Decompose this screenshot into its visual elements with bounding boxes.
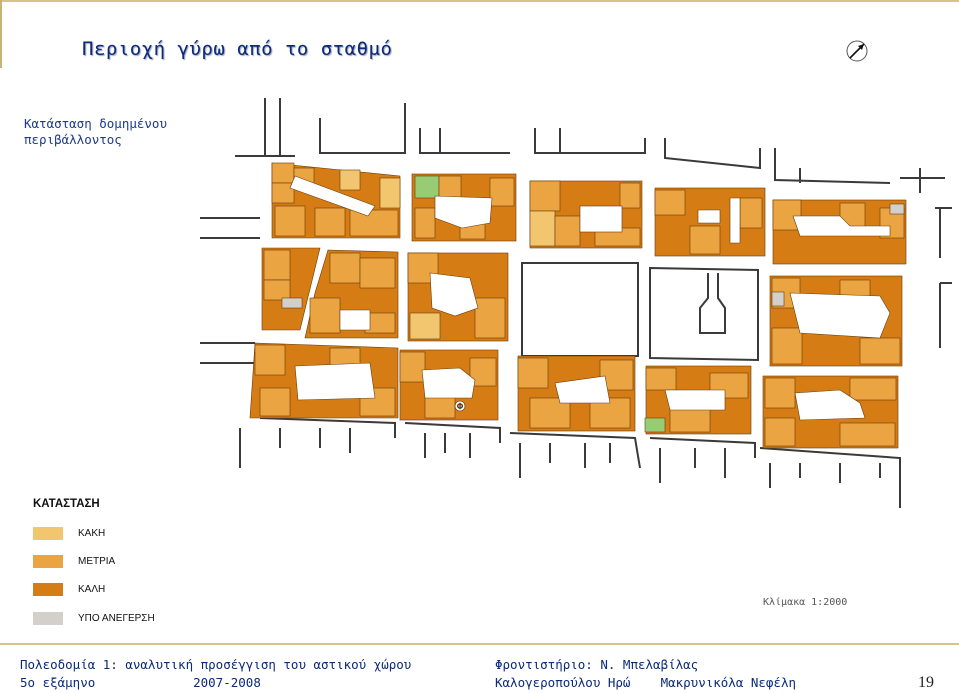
block-e2 bbox=[769, 275, 903, 367]
page-number: 19 bbox=[918, 674, 934, 691]
legend-swatch bbox=[33, 555, 63, 568]
footer-rule bbox=[0, 643, 959, 645]
legend-swatch bbox=[33, 612, 63, 625]
legend-label: ΥΠΟ ΑΝΕΓΕΡΣΗ bbox=[78, 613, 155, 624]
footer-course: Πολεοδομία 1: αναλυτική προσέγγιση του α… bbox=[20, 657, 412, 672]
block-c2 bbox=[304, 249, 399, 339]
legend-title: ΚΑΤΑΣΤΑΣΗ bbox=[33, 498, 100, 510]
legend-label: ΚΑΚΗ bbox=[78, 528, 106, 539]
top-rule bbox=[0, 0, 959, 2]
block-s4 bbox=[644, 365, 752, 435]
block-s3 bbox=[517, 355, 636, 432]
block-n4 bbox=[654, 187, 766, 257]
left-accent bbox=[0, 0, 2, 68]
block-ne bbox=[772, 199, 907, 265]
legend-label: ΜΕΤΡΙΑ bbox=[78, 556, 116, 567]
map-scale: Κλίμακα 1:2000 bbox=[763, 597, 848, 608]
block-n2 bbox=[411, 173, 517, 242]
footer-credits: Φροντιστήριο: Ν. Μπελαβίλας Καλογεροπούλ… bbox=[495, 656, 796, 692]
block-nw bbox=[271, 162, 401, 239]
footer-authors: Καλογεροπούλου Ηρώ Μακρυνικόλα Νεφέλη bbox=[495, 675, 797, 690]
legend-swatch bbox=[33, 527, 63, 540]
urban-block-map: Φ bbox=[200, 98, 952, 508]
block-se bbox=[762, 375, 899, 449]
footer-year: 2007-2008 bbox=[193, 675, 261, 690]
legend-swatch bbox=[33, 583, 63, 596]
block-sw bbox=[249, 342, 399, 419]
block-c3 bbox=[407, 252, 509, 342]
legend-label: ΚΑΛΗ bbox=[78, 584, 106, 595]
block-s2: Φ bbox=[399, 349, 499, 421]
page-title: Περιοχή γύρω από το σταθμό bbox=[82, 38, 393, 60]
block-n3 bbox=[529, 180, 643, 249]
map-subtitle: Κατάσταση δομημένου περιβάλλοντος bbox=[24, 116, 167, 147]
footer-tutorial: Φροντιστήριο: Ν. Μπελαβίλας bbox=[495, 657, 699, 672]
footer-course-info: Πολεοδομία 1: αναλυτική προσέγγιση του α… bbox=[20, 656, 411, 692]
footer-semester: 5ο εξάμηνο bbox=[20, 675, 96, 690]
north-arrow-icon bbox=[846, 40, 868, 62]
map-symbol: Φ bbox=[457, 402, 463, 411]
